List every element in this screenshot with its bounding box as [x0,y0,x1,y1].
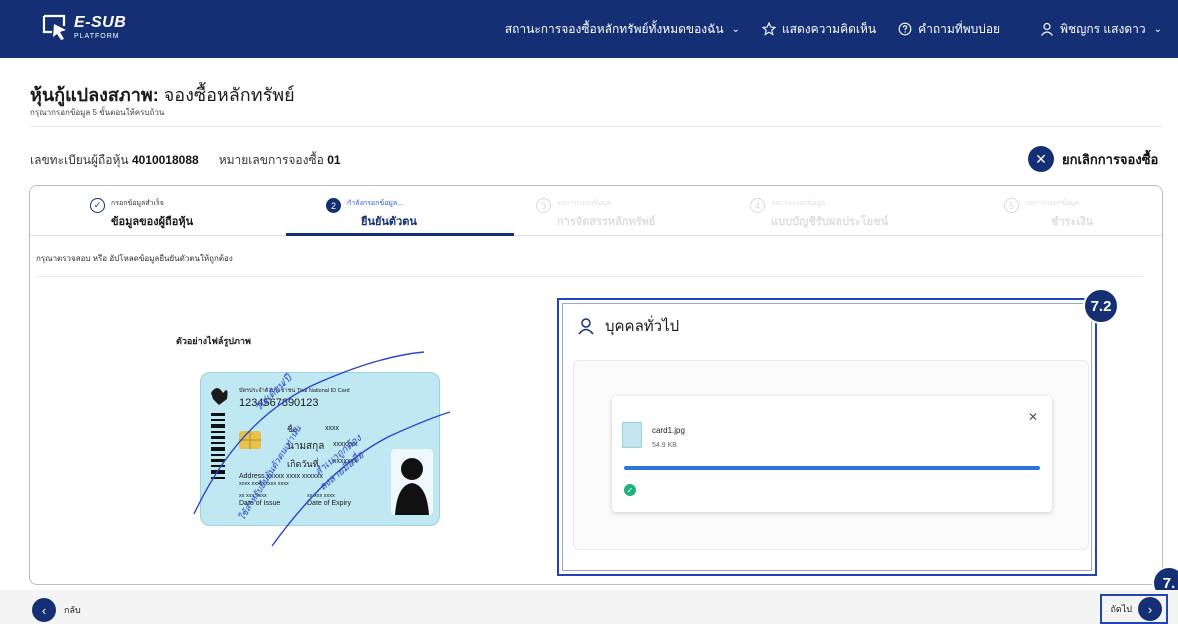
step-5: 5 รอการกรอกข้อมูล ชำระเงิน [1004,198,1093,230]
step-5-title: ชำระเงิน [1051,216,1094,228]
annotation-strokes [193,351,451,547]
user-icon [578,318,594,335]
step-4-status: รอการกรอกข้อมูล [771,200,826,207]
page-title: หุ้นกู้แปลงสภาพ: จองซื้อหลักทรัพย์ [30,80,295,109]
next-button[interactable]: ถัดไป › [1100,594,1168,624]
back-button[interactable]: ‹ กลับ [32,598,81,622]
logo-subtitle: PLATFORM [74,32,120,40]
divider [36,276,1143,277]
upload-progress-fill [624,466,1040,470]
order-value: 01 [327,153,341,167]
step-2-number: 2 [326,198,341,213]
divider [30,126,1163,127]
upload-dropzone[interactable]: card1.jpg 54.9 KB ✕ ✓ [573,360,1089,550]
reg-label: เลขทะเบียนผู้ถือหุ้น [30,153,129,167]
step-2[interactable]: 2 กำลังกรอกข้อมูล... ยืนยันตัวตน [326,198,417,230]
next-label: ถัดไป [1110,604,1132,614]
chevron-down-icon: ⌄ [1153,23,1162,35]
step-3: 3 รอการกรอกข้อมูล การจัดสรรหลักทรัพย์ [536,198,655,230]
cancel-subscription-button[interactable]: ✕ ยกเลิกการจองซื้อ [1028,146,1158,172]
nav-faq-label: คำถามที่พบบ่อย [918,21,1001,36]
top-navbar: E-SUB PLATFORM สถานะการจองซื้อหลักทรัพย์… [0,0,1178,58]
nav-status-all-label: สถานะการจองซื้อหลักทรัพย์ทั้งหมดของฉัน [504,21,724,36]
file-name: card1.jpg [652,426,685,435]
instruction-text: กรุณาตรวจสอบ หรือ อัปโหลดข้อมูลยืนยันตัว… [36,254,233,263]
chevron-left-icon: ‹ [32,598,56,622]
order-label: หมายเลขการจองซื้อ [218,153,324,167]
logo[interactable]: E-SUB PLATFORM [40,12,126,42]
top-nav: สถานะการจองซื้อหลักทรัพย์ทั้งหมดของฉัน ⌄… [483,0,1162,58]
user-icon [1041,22,1054,36]
user-name: พิชญกร แสงดาว [1060,21,1146,36]
reg-value: 4010018088 [131,153,199,167]
step-5-number: 5 [1004,198,1019,213]
close-icon: ✕ [1028,146,1054,172]
file-thumbnail [622,422,642,448]
logo-title: E-SUB [74,13,127,31]
nav-faq[interactable]: คำถามที่พบบ่อย [898,20,1000,39]
nav-user-menu[interactable]: พิชญกร แสงดาว ⌄ [1040,20,1162,39]
step-5-status: รอการกรอกข้อมูล [1025,200,1080,207]
step-1[interactable]: ✓ กรอกข้อมูลสำเร็จ ข้อมูลของผู้ถือหุ้น [90,198,193,230]
upload-progress-bar [624,466,1040,470]
panel-title: บุคคลทั่วไป [577,314,679,338]
logo-icon [42,14,66,40]
stepper: ✓ กรอกข้อมูลสำเร็จ ข้อมูลของผู้ถือหุ้น 2… [30,186,1162,236]
panel-title-label: บุคคลทั่วไป [605,318,680,335]
step-1-title: ข้อมูลของผู้ถือหุ้น [111,216,194,228]
page-subtitle: กรุณากรอกข้อมูล 5 ขั้นตอนให้ครบถ้วน [30,108,165,117]
step-4-number: 4 [750,198,765,213]
nav-status-all[interactable]: สถานะการจองซื้อหลักทรัพย์ทั้งหมดของฉัน ⌄ [505,20,740,39]
upload-panel-inner: บุคคลทั่วไป card1.jpg 54.9 KB ✕ ✓ [562,303,1092,571]
help-icon [898,22,912,36]
close-icon[interactable]: ✕ [1028,410,1038,424]
nav-feedback-label: แสดงความคิดเห็น [781,21,877,36]
file-size: 54.9 KB [652,442,677,449]
success-check-icon: ✓ [624,484,636,496]
check-icon: ✓ [90,198,105,213]
cancel-label: ยกเลิกการจองซื้อ [1062,151,1159,167]
step-4-title: แบบบัญชีรับผลประโยชน์ [771,216,889,228]
subscription-card: ✓ กรอกข้อมูลสำเร็จ ข้อมูลของผู้ถือหุ้น 2… [29,185,1163,585]
step-3-number: 3 [536,198,551,213]
chevron-down-icon: ⌄ [731,23,740,35]
footer-bar [0,590,1178,624]
step-3-status: รอการกรอกข้อมูล [557,200,612,207]
registration-info: เลขทะเบียนผู้ถือหุ้น 4010018088 หมายเลขก… [30,151,341,170]
step-4: 4 รอการกรอกข้อมูล แบบบัญชีรับผลประโยชน์ [750,198,888,230]
page-title-rest: จองซื้อหลักทรัพย์ [158,85,295,105]
upload-panel: บุคคลทั่วไป card1.jpg 54.9 KB ✕ ✓ [557,298,1097,576]
uploaded-file-card: card1.jpg 54.9 KB ✕ ✓ [612,396,1052,512]
star-icon [761,22,776,36]
active-step-indicator [286,233,514,236]
page-title-bold: หุ้นกู้แปลงสภาพ: [30,85,159,105]
step-2-status: กำลังกรอกข้อมูล... [347,200,404,207]
step-3-title: การจัดสรรหลักทรัพย์ [557,216,656,228]
step-2-title: ยืนยันตัวตน [361,216,417,228]
step-1-status: กรอกข้อมูลสำเร็จ [111,200,164,207]
nav-feedback[interactable]: แสดงความคิดเห็น [761,20,877,39]
back-label: กลับ [64,605,81,615]
chevron-right-icon: › [1138,597,1162,621]
step-badge-7-2: 7.2 [1083,288,1119,324]
